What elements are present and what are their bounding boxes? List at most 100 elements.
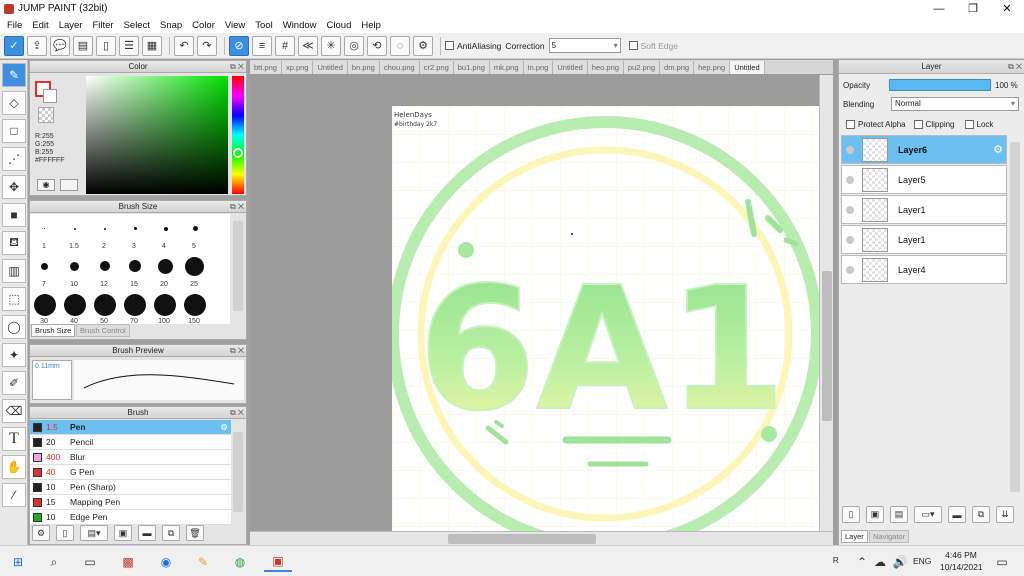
perspective-snap-icon[interactable]: ≪ xyxy=(298,35,318,56)
folder-icon[interactable]: ▬ xyxy=(948,506,966,523)
horizontal-scroll-thumb[interactable] xyxy=(448,534,596,544)
grid-snap-icon[interactable]: # xyxy=(275,35,295,56)
tab-brush-size[interactable]: Brush Size xyxy=(31,324,76,337)
menu-cloud[interactable]: Cloud xyxy=(322,20,357,31)
layer-row[interactable]: Layer1 xyxy=(841,225,1007,254)
vertical-scroll-thumb[interactable] xyxy=(822,271,832,421)
antialias-toggle[interactable]: AntiAliasing xyxy=(445,41,501,51)
brush-size-dot[interactable] xyxy=(64,294,86,316)
menu-file[interactable]: File xyxy=(2,20,27,31)
bucket-tool-icon[interactable]: ⛾ xyxy=(2,231,26,255)
people-icon[interactable]: ᴿ xyxy=(826,552,846,572)
windows-start-icon[interactable]: ⊞ xyxy=(8,552,28,572)
brush-size-dot[interactable] xyxy=(193,226,198,231)
eye-icon[interactable] xyxy=(846,205,854,214)
app-manager-icon[interactable]: ▩ xyxy=(118,552,138,572)
clipping-checkbox[interactable] xyxy=(913,120,923,129)
brush-size-dot[interactable] xyxy=(129,260,141,272)
speaker-icon[interactable]: 🔊 xyxy=(890,552,910,572)
tab-document-active[interactable]: Untitled xyxy=(730,61,765,74)
gradient-tool-icon[interactable]: ▥ xyxy=(2,259,26,283)
brush-size-dot[interactable] xyxy=(44,228,45,229)
brush-size-dot[interactable] xyxy=(34,294,56,316)
eye-icon[interactable] xyxy=(846,235,854,244)
radial-snap-icon[interactable]: ✳ xyxy=(321,35,341,56)
tab-document[interactable]: mk.png xyxy=(489,61,524,74)
brush-item-pen[interactable]: 1.5 Pen ⚙ xyxy=(30,420,231,435)
redo-icon[interactable]: ↷ xyxy=(197,35,217,56)
gear-icon[interactable]: ⚙ xyxy=(413,35,433,56)
brush-size-scrollbar[interactable] xyxy=(233,221,243,311)
canvas-horizontal-scrollbar[interactable] xyxy=(250,531,833,545)
move-tool-icon[interactable]: ✥ xyxy=(2,175,26,199)
palette-icon[interactable]: ◉ xyxy=(37,179,55,191)
hue-slider-handle[interactable] xyxy=(233,148,243,158)
document-icon[interactable]: ▯ xyxy=(96,35,116,56)
correction-select[interactable]: 5 xyxy=(548,38,621,53)
folder-icon[interactable]: ▬ xyxy=(138,525,156,541)
message-icon[interactable]: ▤ xyxy=(73,35,93,56)
eraser-tool-icon[interactable]: ◇ xyxy=(2,91,26,115)
snap-off-icon[interactable]: ⊘ xyxy=(229,35,249,56)
brush-size-dot[interactable] xyxy=(41,263,48,270)
tab-navigator[interactable]: Navigator xyxy=(869,530,910,543)
dot-pen-icon[interactable]: ⋰ xyxy=(2,147,26,171)
layer-row[interactable]: Layer1 xyxy=(841,195,1007,224)
merge-layer-icon[interactable]: ⇊ xyxy=(996,506,1014,523)
lasso-tool-icon[interactable]: ◯ xyxy=(2,315,26,339)
eyedropper-tool-icon[interactable]: ⁄ xyxy=(2,483,26,507)
menu-snap[interactable]: Snap xyxy=(155,20,187,31)
search-icon[interactable]: ⌕ xyxy=(44,552,64,572)
minus-icon[interactable] xyxy=(60,179,78,191)
panel-controls[interactable]: ⧉ ✕ xyxy=(230,61,244,72)
menu-edit[interactable]: Edit xyxy=(27,20,53,31)
jump-paint-taskbar-icon[interactable]: ▣ xyxy=(264,552,292,572)
tab-document[interactable]: btt.png xyxy=(250,61,282,74)
menu-window[interactable]: Window xyxy=(278,20,322,31)
brush-settings-icon[interactable]: ⚙ xyxy=(32,525,50,541)
maximize-button[interactable]: ❐ xyxy=(956,0,990,17)
hand-tool-icon[interactable]: ✋ xyxy=(2,455,26,479)
eye-icon[interactable] xyxy=(846,145,854,154)
grid-edit-icon[interactable]: ▦ xyxy=(142,35,162,56)
brush-size-dot[interactable] xyxy=(104,228,106,230)
clock[interactable]: 4:46 PM 10/14/2021 xyxy=(940,549,983,573)
brush-item-mapping-pen[interactable]: 15 Mapping Pen xyxy=(30,495,231,510)
background-color-swatch[interactable] xyxy=(43,89,57,103)
transparent-color-swatch[interactable] xyxy=(38,107,54,123)
comment-icon[interactable]: 💬 xyxy=(50,35,70,56)
tab-brush-control[interactable]: Brush Control xyxy=(76,324,130,337)
brush-size-dot[interactable] xyxy=(154,294,176,316)
menu-tool[interactable]: Tool xyxy=(250,20,277,31)
undo-icon[interactable]: ↶ xyxy=(174,35,194,56)
menu-help[interactable]: Help xyxy=(356,20,386,31)
magic-wand-icon[interactable]: ✦ xyxy=(2,343,26,367)
document-list-icon[interactable]: ☰ xyxy=(119,35,139,56)
panel-controls[interactable]: ⧉ ✕ xyxy=(230,201,244,212)
menu-view[interactable]: View xyxy=(220,20,250,31)
duplicate-icon[interactable]: ⧉ xyxy=(162,525,180,541)
tab-document[interactable]: tn.png xyxy=(523,61,554,74)
paint-icon[interactable]: ✎ xyxy=(193,552,213,572)
brush-list-scrollbar[interactable] xyxy=(233,432,243,512)
tab-document[interactable]: pu2.png xyxy=(623,61,661,74)
layer-row[interactable]: Layer4 xyxy=(841,255,1007,284)
brush-item-blur[interactable]: 400 Blur xyxy=(30,450,231,465)
brush-size-dot[interactable] xyxy=(134,227,137,230)
tab-document[interactable]: bu1.png xyxy=(453,61,490,74)
chevron-up-icon[interactable]: ⌃ xyxy=(852,552,872,572)
fill-rect-icon[interactable]: ■ xyxy=(2,203,26,227)
brush-menu-icon[interactable]: ▤▾ xyxy=(80,525,108,541)
rect-select-icon[interactable]: □ xyxy=(2,119,26,143)
cloud-check-icon[interactable]: ✓ xyxy=(4,35,24,56)
tab-document[interactable]: heo.png xyxy=(587,61,624,74)
brush-size-dot[interactable] xyxy=(164,227,168,231)
select-pen-icon[interactable]: ✐ xyxy=(2,371,26,395)
new-layer-1bit-icon[interactable]: ▤ xyxy=(890,506,908,523)
snap-setting-icon[interactable]: ◌ xyxy=(390,35,410,56)
eye-icon[interactable] xyxy=(846,175,854,184)
new-layer-8bit-icon[interactable]: ▣ xyxy=(866,506,884,523)
brush-item-pen-sharp[interactable]: 10 Pen (Sharp) xyxy=(30,480,231,495)
task-view-icon[interactable]: ▭ xyxy=(80,552,100,572)
opacity-slider[interactable] xyxy=(889,79,991,91)
